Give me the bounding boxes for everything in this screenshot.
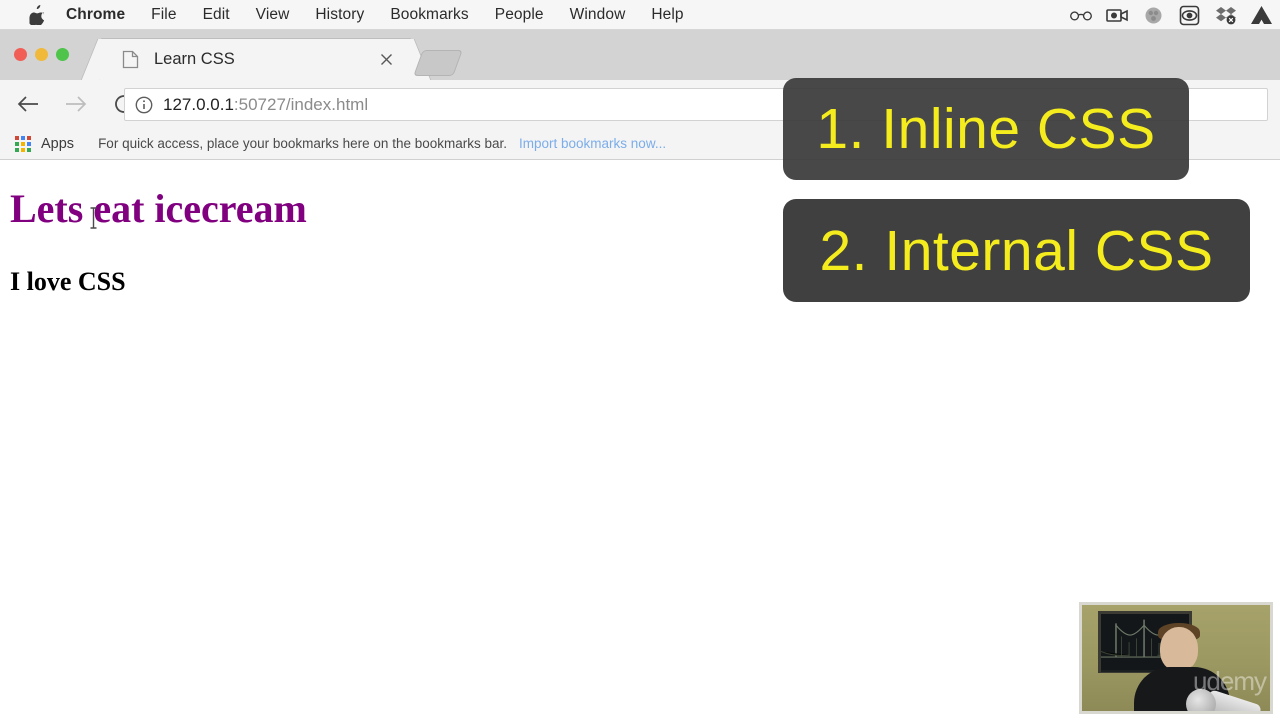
window-close-button[interactable] [14,48,27,61]
text-cursor-icon [89,205,98,231]
chrome-tab-strip: Learn CSS [0,30,1280,80]
annotation-inline-css: 1. Inline CSS [783,78,1189,180]
window-traffic-lights [14,48,69,61]
circle-blur-icon[interactable] [1142,4,1164,26]
tab-title: Learn CSS [154,50,235,68]
apps-label[interactable]: Apps [41,136,74,152]
presenter-webcam-overlay: udemy [1079,602,1273,714]
dropbox-sync-icon[interactable] [1214,4,1236,26]
menu-item-edit[interactable]: Edit [190,0,243,30]
url-path: :50727/index.html [233,94,369,114]
import-bookmarks-link[interactable]: Import bookmarks now... [519,136,666,151]
video-camera-icon[interactable] [1106,4,1128,26]
address-bar-url: 127.0.0.1:50727/index.html [163,95,368,115]
new-tab-button[interactable] [413,50,463,76]
glasses-icon[interactable] [1070,4,1092,26]
macos-menu-bar: Chrome File Edit View History Bookmarks … [0,0,1280,30]
webcam-person-head [1160,627,1198,671]
forward-arrow-icon [61,89,91,119]
window-maximize-button[interactable] [56,48,69,61]
webcam-watermark: udemy [1192,666,1267,696]
menu-item-window[interactable]: Window [557,0,639,30]
back-arrow-icon[interactable] [13,89,43,119]
menu-item-bookmarks[interactable]: Bookmarks [377,0,481,30]
annotation-internal-css: 2. Internal CSS [783,199,1250,302]
browser-tab-learn-css[interactable]: Learn CSS [100,39,412,80]
google-drive-icon[interactable] [1250,4,1272,26]
menu-bar-items: Chrome File Edit View History Bookmarks … [0,0,697,30]
menu-item-history[interactable]: History [302,0,377,30]
close-icon[interactable] [377,50,396,69]
apple-logo-icon[interactable] [24,4,50,25]
menu-item-help[interactable]: Help [638,0,696,30]
document-icon [122,50,139,69]
menu-item-view[interactable]: View [243,0,303,30]
info-circle-icon[interactable] [135,96,153,114]
menu-item-chrome[interactable]: Chrome [58,0,138,30]
apps-grid-icon[interactable] [15,135,33,153]
screen: Chrome File Edit View History Bookmarks … [0,0,1280,720]
menu-item-people[interactable]: People [482,0,557,30]
url-host: 127.0.0.1 [163,94,234,114]
bookmarks-hint-text: For quick access, place your bookmarks h… [98,136,508,151]
menu-item-file[interactable]: File [138,0,189,30]
screen-capture-icon[interactable] [1178,4,1200,26]
window-minimize-button[interactable] [35,48,48,61]
menu-bar-status-icons [1070,0,1272,30]
